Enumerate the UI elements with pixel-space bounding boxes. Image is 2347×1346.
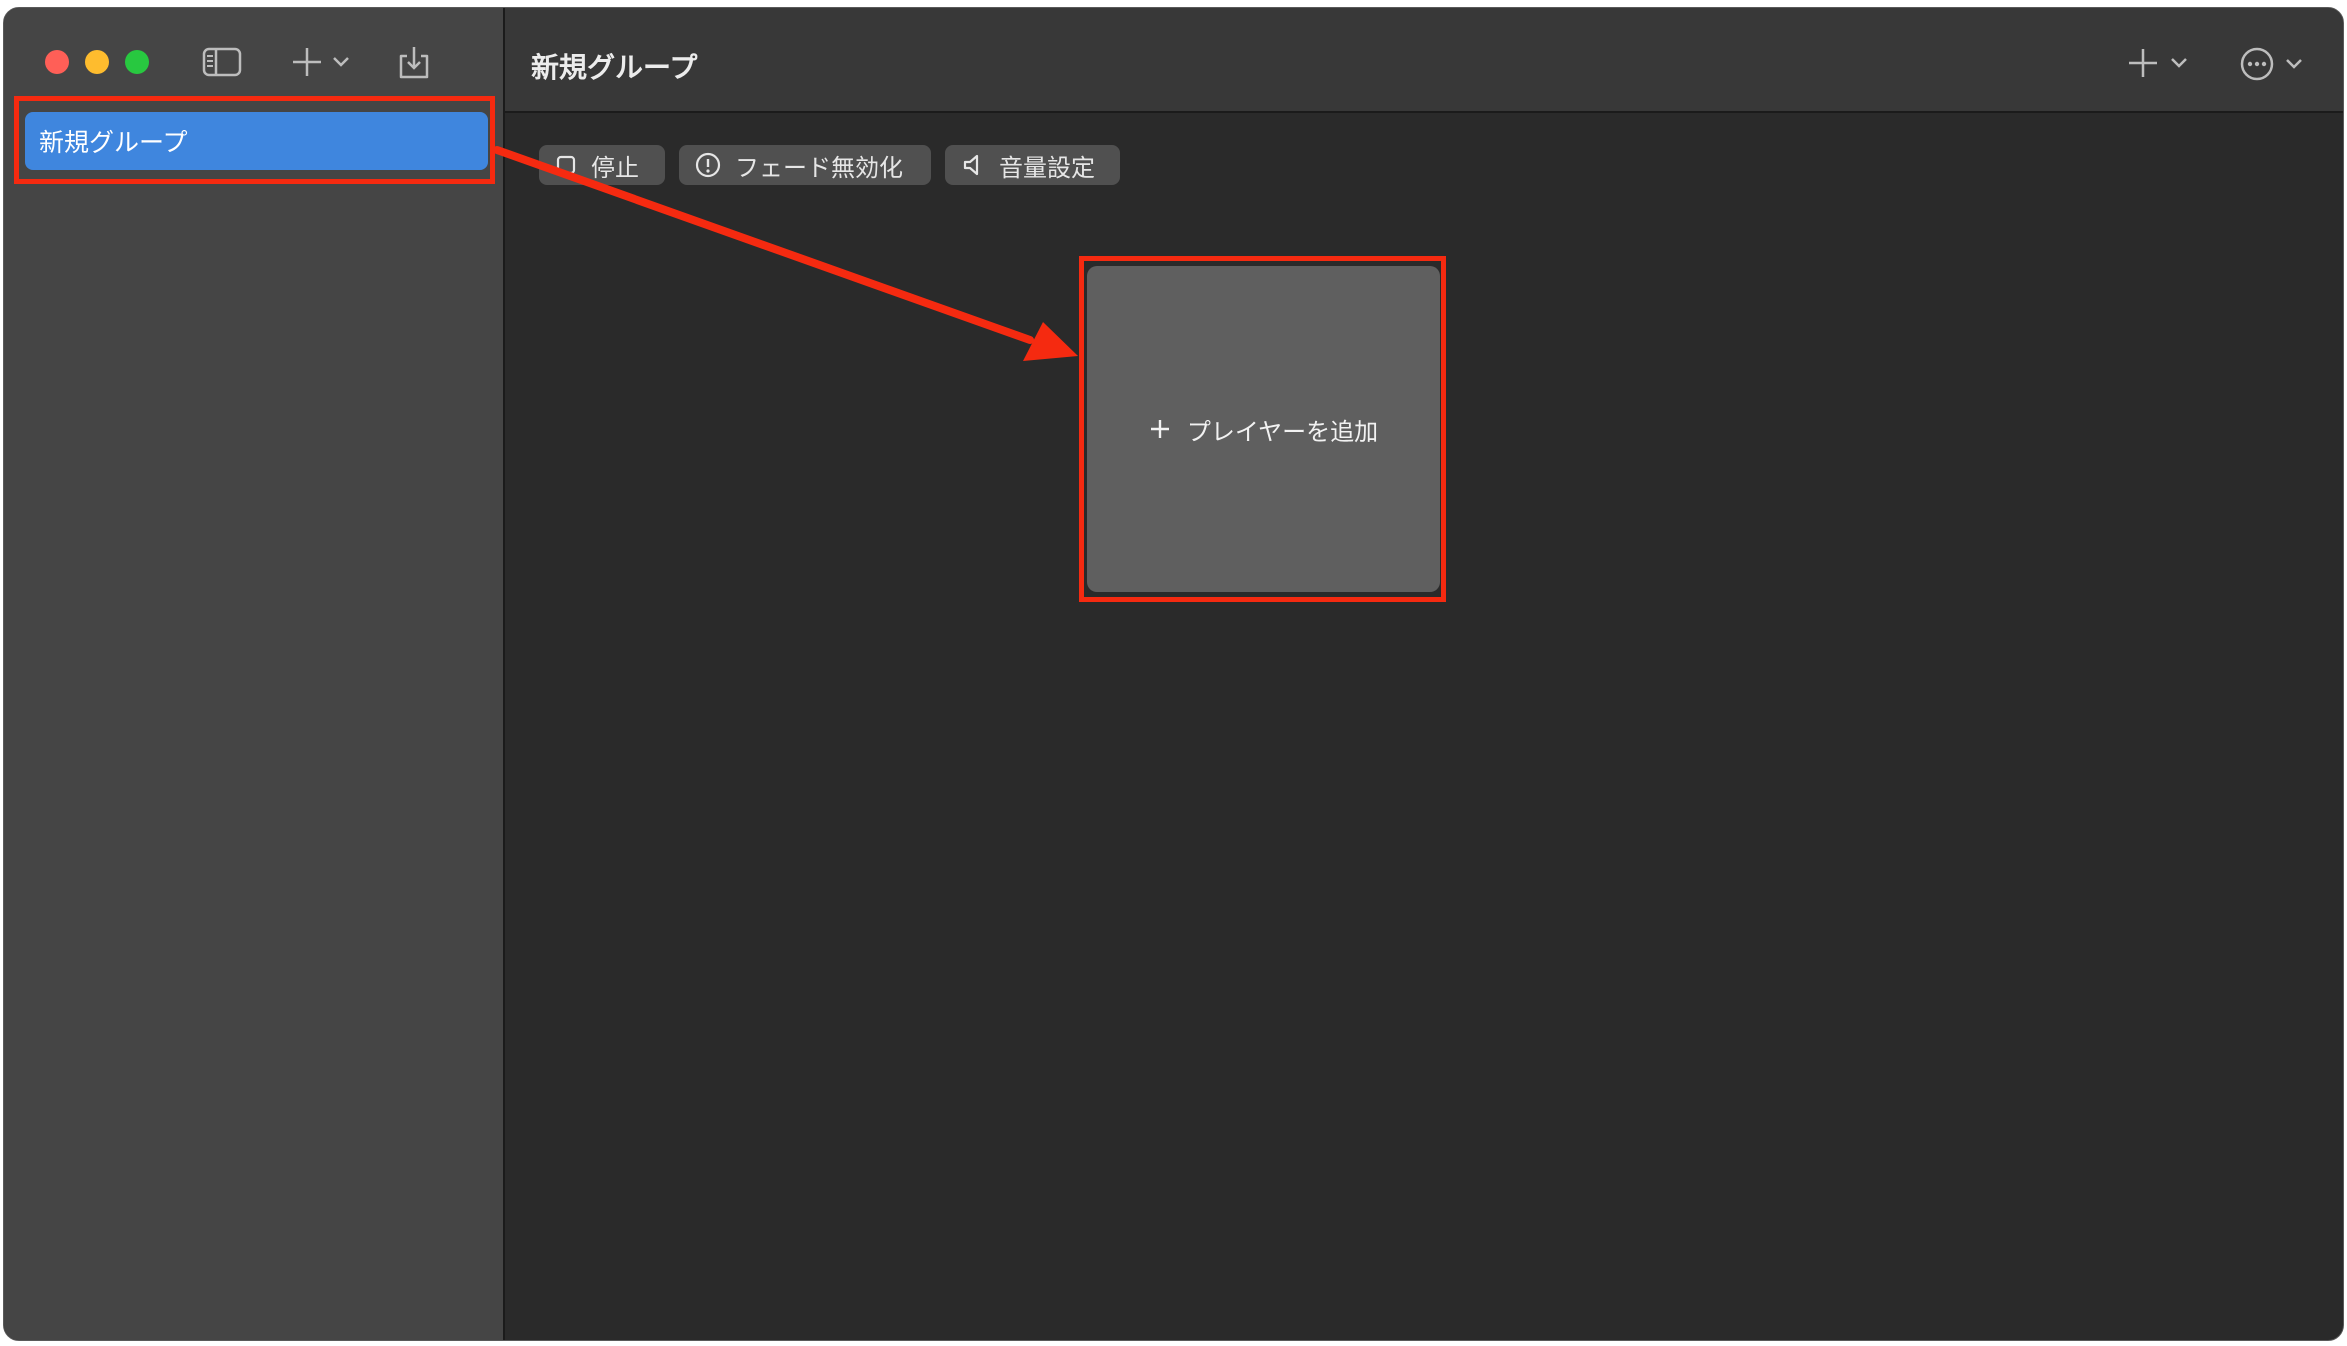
- annotation-arrow: [493, 146, 1078, 361]
